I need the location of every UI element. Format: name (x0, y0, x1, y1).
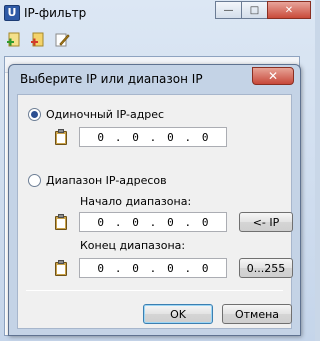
minimize-button[interactable]: — (215, 1, 242, 19)
ip-octet: 0 (132, 261, 139, 275)
ip-octet: 0 (167, 261, 174, 275)
maximize-button[interactable]: □ (241, 1, 268, 19)
ip-octet: 0 (201, 215, 209, 229)
ip-octet: 0 (97, 261, 105, 275)
ip-octet: 0 (132, 215, 139, 229)
ip-octet: 0 (201, 130, 209, 144)
single-ip-field[interactable]: 0. 0. 0. 0 (79, 127, 227, 147)
close-window-button[interactable]: ✕ (267, 1, 311, 19)
range-end-row: 0. 0. 0. 0 (54, 258, 227, 278)
range-end-label: Конец диапазона: (80, 239, 186, 252)
minimize-icon: — (223, 4, 234, 16)
add-button[interactable] (4, 30, 24, 50)
range-ip-radio[interactable] (28, 174, 41, 187)
range-start-row: 0. 0. 0. 0 (54, 212, 227, 232)
range-ip-option[interactable]: Диапазон IP-адресов (28, 174, 167, 187)
window-title: IP-фильтр (24, 6, 87, 20)
single-ip-label: Одиночный IP-адрес (46, 108, 165, 121)
dialog-close-button[interactable]: ✕ (252, 67, 294, 85)
add-alt-button[interactable] (28, 30, 48, 50)
ip-octet: 0 (97, 215, 105, 229)
ok-button[interactable]: OK (143, 304, 213, 324)
window-controls: — □ ✕ (215, 1, 311, 19)
ip-octet: 0 (132, 130, 139, 144)
paste-icon[interactable] (54, 259, 68, 277)
parent-titlebar: U IP-фильтр — □ ✕ (0, 0, 315, 28)
cancel-button[interactable]: Отмена (222, 304, 292, 324)
single-ip-row: 0. 0. 0. 0 (54, 127, 227, 147)
ip-dialog: Выберите IP или диапазон IP ✕ Одиночный … (8, 64, 301, 336)
ip-octet: 0 (167, 130, 174, 144)
full-range-button[interactable]: 0...255 (239, 258, 293, 278)
paste-icon[interactable] (54, 213, 68, 231)
edit-button[interactable] (52, 30, 72, 50)
ip-octet: 0 (97, 130, 105, 144)
close-icon: ✕ (267, 69, 279, 83)
app-logo-icon: U (4, 5, 20, 21)
single-ip-radio[interactable] (28, 108, 41, 121)
maximize-icon: □ (249, 4, 260, 16)
add-alt-icon (31, 32, 44, 47)
range-ip-label: Диапазон IP-адресов (46, 174, 167, 187)
toolbar (4, 30, 72, 54)
ip-octet: 0 (167, 215, 174, 229)
ip-octet: 0 (201, 261, 209, 275)
paste-icon[interactable] (54, 128, 68, 146)
single-ip-option[interactable]: Одиночный IP-адрес (28, 108, 164, 121)
edit-icon (55, 33, 70, 47)
add-icon (7, 32, 20, 47)
close-icon: ✕ (284, 4, 294, 16)
copy-ip-button[interactable]: <- IP (239, 212, 293, 232)
dialog-body: Одиночный IP-адрес 0. 0. 0. 0 Диапазон I… (17, 94, 293, 329)
range-start-field[interactable]: 0. 0. 0. 0 (79, 212, 227, 232)
range-end-field[interactable]: 0. 0. 0. 0 (79, 258, 227, 278)
range-start-label: Начало диапазона: (80, 195, 192, 208)
divider (26, 290, 283, 291)
dialog-title: Выберите IP или диапазон IP (20, 72, 203, 86)
